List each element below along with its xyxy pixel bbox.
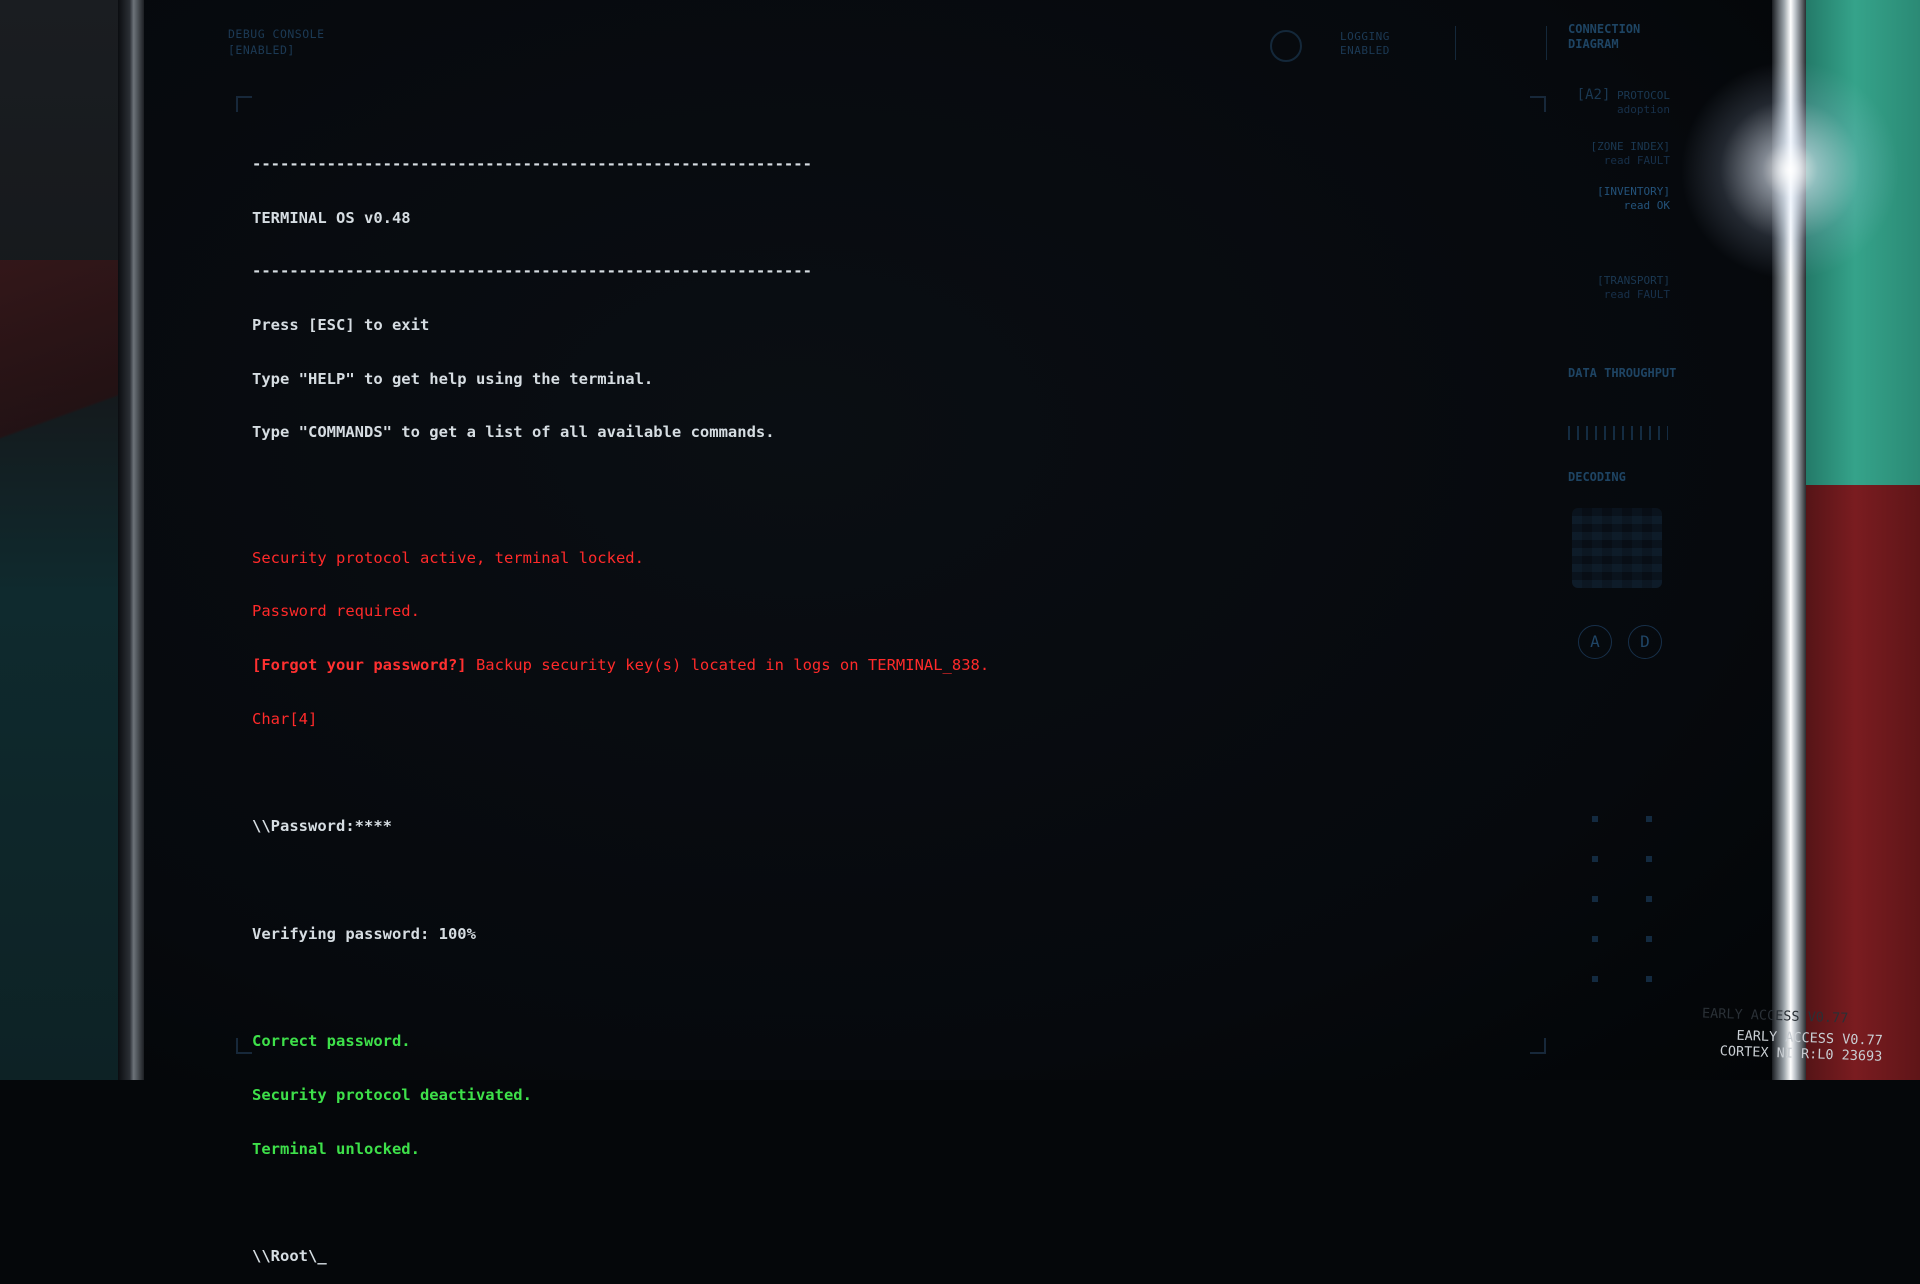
corner-bracket-tl — [236, 96, 252, 112]
lock-line: Security protocol active, terminal locke… — [252, 548, 644, 567]
grid-dot — [1592, 896, 1598, 902]
debug-console-label: DEBUG CONSOLE — [228, 27, 325, 41]
grid-dot — [1646, 976, 1652, 982]
success-line: Terminal unlocked. — [252, 1139, 420, 1158]
monitor-bezel-left — [118, 0, 144, 1080]
char-count: Char[4] — [252, 709, 318, 728]
node-zone-index: [ZONE INDEX] read FAULT — [1566, 140, 1670, 168]
grid-dot — [1592, 976, 1598, 982]
throughput-waveform — [1568, 426, 1668, 440]
node-label: [TRANSPORT] — [1597, 274, 1670, 287]
help-line: Press [ESC] to exit — [252, 315, 430, 334]
forgot-password-link[interactable]: [Forgot your password?] — [252, 656, 467, 674]
decoding-pixel-block — [1572, 508, 1662, 588]
logging-status: LOGGING ENABLED — [1340, 30, 1390, 58]
decoding-title: DECODING — [1568, 470, 1626, 484]
logging-state: ENABLED — [1340, 44, 1390, 57]
logging-label: LOGGING — [1340, 30, 1390, 43]
node-protocol: [A2] PROTOCOL adoption — [1566, 88, 1670, 117]
forgot-password-hint: Backup security key(s) located in logs o… — [466, 656, 990, 675]
node-code: [A2] — [1576, 87, 1611, 103]
grid-dot — [1592, 856, 1598, 862]
password-prompt: \\Password:**** — [252, 817, 392, 836]
corner-bracket-br — [1530, 1038, 1546, 1054]
grid-dot — [1592, 816, 1598, 822]
success-line: Correct password. — [252, 1032, 411, 1051]
help-line: Type "COMMANDS" to get a list of all ava… — [252, 423, 775, 442]
light-flare — [1680, 60, 1900, 280]
node-label: PROTOCOL — [1617, 89, 1670, 102]
node-transport: [TRANSPORT] read FAULT — [1566, 274, 1670, 302]
data-throughput-title: DATA THROUGHPUT — [1568, 366, 1677, 380]
grid-dot — [1646, 896, 1652, 902]
terminal-output: ----------------------------------------… — [252, 120, 1352, 1284]
verifying-status: Verifying password: 100% — [252, 924, 476, 943]
room-right-wall-red — [1790, 485, 1920, 1080]
corner-bracket-tr — [1530, 96, 1546, 112]
lock-line: Password required. — [252, 602, 420, 621]
grid-dot — [1646, 816, 1652, 822]
terminal-title: TERMINAL OS v0.48 — [252, 208, 411, 227]
debug-console-status: DEBUG CONSOLE [ENABLED] — [228, 26, 325, 58]
connection-diagram-title: CONNECTION DIAGRAM — [1568, 22, 1641, 51]
debug-console-state: [ENABLED] — [228, 43, 295, 57]
grid-dot — [1646, 936, 1652, 942]
corner-bracket-bl — [236, 1038, 252, 1054]
d-button[interactable]: D — [1628, 625, 1662, 659]
node-status: read FAULT — [1603, 288, 1670, 301]
node-status: adoption — [1617, 103, 1670, 116]
node-inventory: [INVENTORY] read OK — [1566, 185, 1670, 213]
node-redacted — [1566, 230, 1670, 258]
root-command-input[interactable]: \\Root\_ — [252, 1247, 1352, 1266]
grid-dot — [1646, 856, 1652, 862]
terminal-rule-bottom: ----------------------------------------… — [252, 262, 812, 281]
a-button[interactable]: A — [1578, 625, 1612, 659]
forgot-password-line: [Forgot your password?] Backup security … — [252, 656, 1352, 675]
node-status: read FAULT — [1603, 154, 1670, 167]
help-line: Type "HELP" to get help using the termin… — [252, 369, 654, 388]
hud-meter — [1455, 26, 1547, 60]
version-watermark: EARLY ACCESS V0.77 CORTEX NI R:L0 23693 — [1719, 1027, 1883, 1065]
gear-icon — [1270, 30, 1302, 62]
grid-dot — [1592, 936, 1598, 942]
success-line: Security protocol deactivated. — [252, 1085, 532, 1104]
node-label: [ZONE INDEX] — [1590, 140, 1670, 153]
terminal-rule-top: ----------------------------------------… — [252, 154, 812, 173]
node-status: read OK — [1623, 199, 1670, 212]
node-label: [INVENTORY] — [1597, 185, 1670, 198]
